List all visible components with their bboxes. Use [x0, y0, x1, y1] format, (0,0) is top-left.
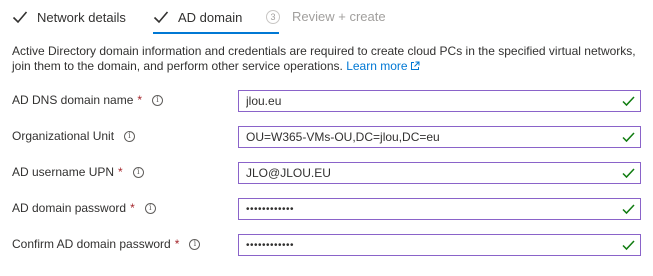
step-ad-domain[interactable]: AD domain	[153, 9, 242, 25]
step-network-details[interactable]: Network details	[12, 9, 126, 25]
confirm-ad-domain-password-row: Confirm AD domain password * i	[0, 234, 653, 256]
step-label: Review + create	[292, 9, 386, 24]
field-label: AD username UPN	[12, 165, 115, 179]
valid-checkmark-icon	[622, 204, 635, 215]
required-asterisk: *	[137, 93, 143, 107]
ad-dns-domain-name-row: AD DNS domain name * i	[0, 90, 653, 112]
field-label: Confirm AD domain password	[12, 237, 171, 251]
checkmark-icon	[12, 11, 28, 24]
info-icon[interactable]: i	[144, 202, 156, 214]
ad-username-upn-input[interactable]	[239, 164, 616, 182]
valid-checkmark-icon	[622, 168, 635, 179]
ad-username-upn-field[interactable]	[238, 162, 641, 184]
external-link-icon	[410, 61, 420, 70]
learn-more-link[interactable]: Learn more	[346, 59, 420, 73]
info-icon[interactable]: i	[132, 166, 144, 178]
ad-domain-password-field[interactable]	[238, 198, 641, 220]
description: Active Directory domain information and …	[12, 44, 642, 74]
step-review-create[interactable]: 3 Review + create	[266, 9, 386, 24]
required-asterisk: *	[118, 165, 123, 179]
ad-dns-domain-name-input[interactable]	[239, 92, 616, 110]
checkmark-icon	[153, 11, 169, 24]
step-label: Network details	[37, 9, 126, 25]
field-label: Organizational Unit	[12, 129, 115, 143]
step-label: AD domain	[178, 9, 243, 25]
confirm-ad-domain-password-field[interactable]	[238, 234, 641, 256]
field-label: AD domain password	[12, 201, 127, 215]
ad-domain-password-row: AD domain password * i	[0, 198, 653, 220]
info-icon[interactable]: i	[124, 130, 136, 142]
organizational-unit-row: Organizational Unit i	[0, 126, 653, 148]
info-icon[interactable]: i	[189, 238, 201, 250]
active-step-indicator	[153, 32, 279, 34]
required-asterisk: *	[130, 201, 135, 215]
description-text: Active Directory domain information and …	[12, 44, 636, 73]
valid-checkmark-icon	[622, 240, 635, 251]
step-number: 3	[266, 9, 280, 24]
info-icon[interactable]: i	[152, 94, 164, 106]
valid-checkmark-icon	[622, 132, 635, 143]
wizard-steps: Network details AD domain 3 Review + cre…	[0, 0, 653, 36]
valid-checkmark-icon	[622, 96, 635, 107]
confirm-ad-domain-password-input[interactable]	[239, 236, 616, 254]
ad-domain-password-input[interactable]	[239, 200, 616, 218]
field-label: AD DNS domain name	[12, 93, 134, 107]
ad-dns-domain-name-field[interactable]	[238, 90, 641, 112]
organizational-unit-input[interactable]	[239, 128, 616, 146]
ad-username-upn-row: AD username UPN * i	[0, 162, 653, 184]
organizational-unit-field[interactable]	[238, 126, 641, 148]
required-asterisk: *	[174, 237, 180, 251]
